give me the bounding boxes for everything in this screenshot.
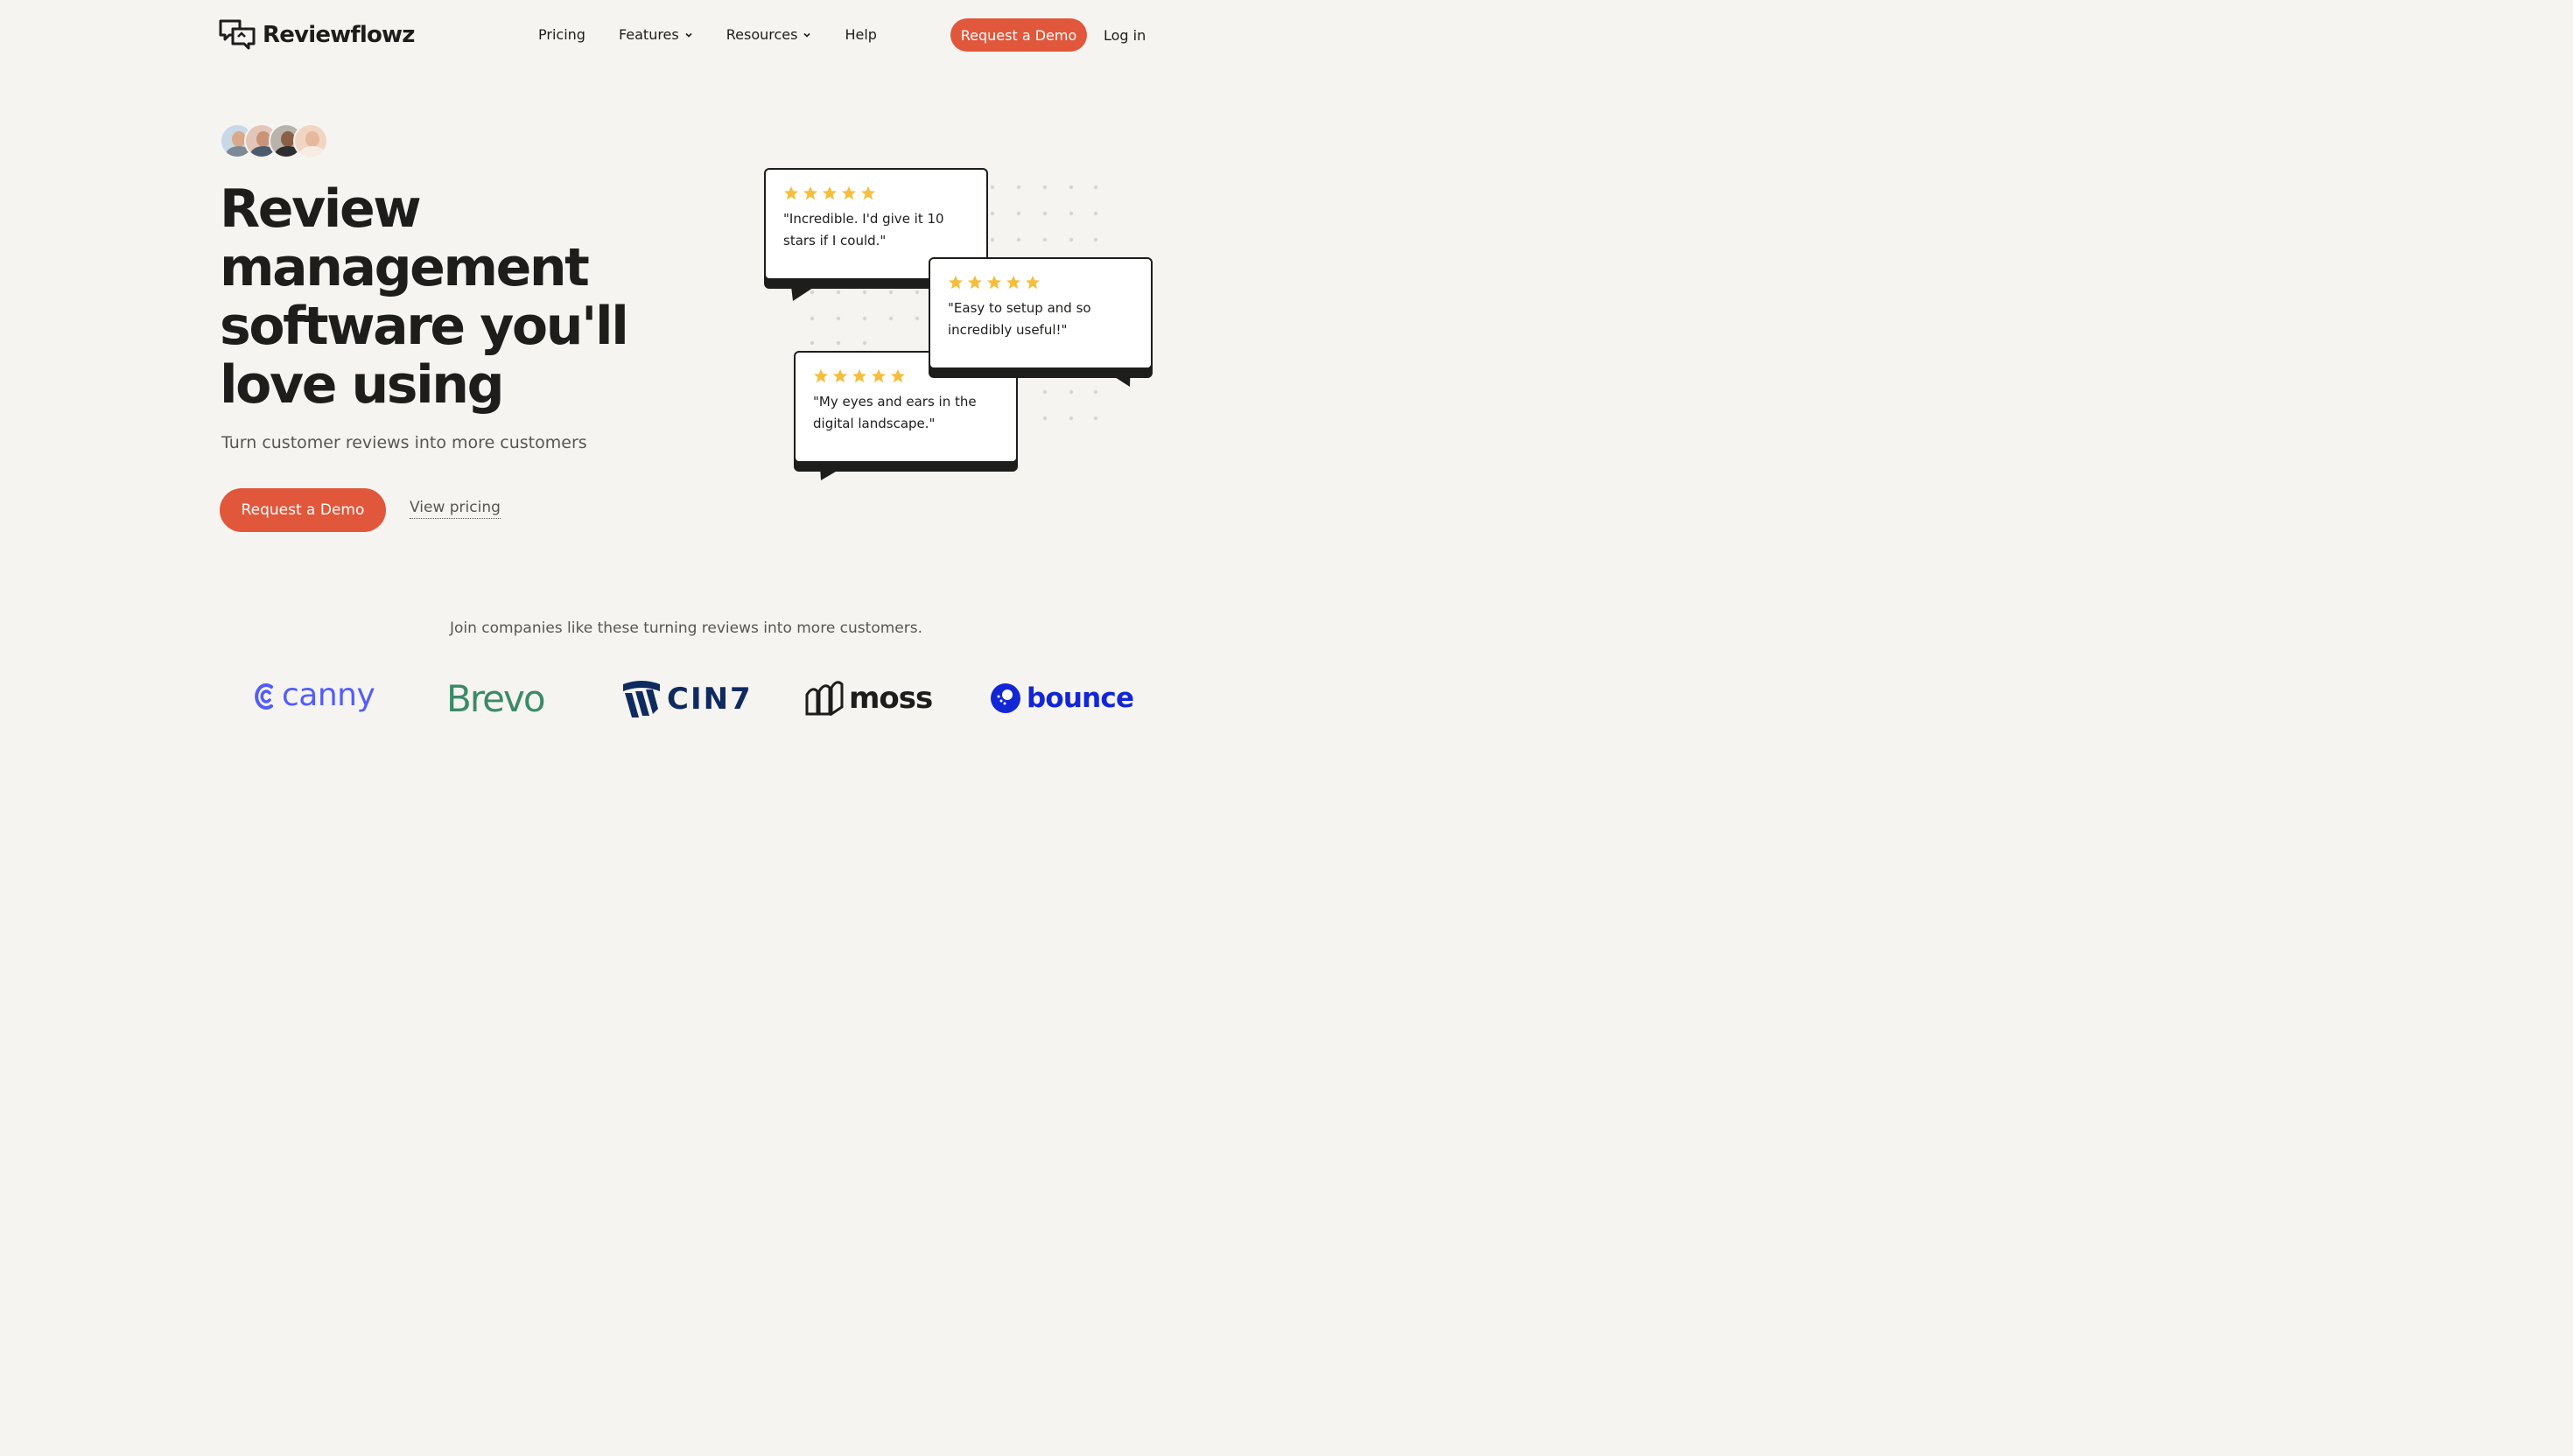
avatar xyxy=(293,123,328,158)
nav-label: Resources xyxy=(726,26,798,43)
nav-item-pricing[interactable]: Pricing xyxy=(538,26,585,43)
star-icon xyxy=(967,275,983,290)
star-icon xyxy=(871,368,887,383)
headline-line: Review xyxy=(220,178,422,240)
star-icon xyxy=(1025,275,1041,290)
customer-avatars xyxy=(220,123,328,158)
star-rating xyxy=(948,275,1135,290)
request-demo-button[interactable]: Request a Demo xyxy=(950,18,1087,52)
logo-text: canny xyxy=(282,677,375,713)
canny-icon xyxy=(255,682,273,710)
chevron-down-icon xyxy=(685,32,692,38)
star-icon xyxy=(852,368,867,383)
cin7-icon xyxy=(623,681,660,718)
nav-item-help[interactable]: Help xyxy=(845,26,876,43)
nav-label: Help xyxy=(845,26,877,43)
review-quote: "Incredible. I'd give it 10 stars if I c… xyxy=(783,211,944,248)
hero-request-demo-button[interactable]: Request a Demo xyxy=(220,488,386,532)
star-rating xyxy=(813,368,1000,384)
star-icon xyxy=(803,186,818,200)
brand-name: Reviewflowz xyxy=(263,21,415,48)
review-quote: "Easy to setup and so incredibly useful!… xyxy=(948,300,1091,338)
chevron-down-icon xyxy=(803,32,811,38)
star-icon xyxy=(1006,275,1021,290)
logo-text: Brevo xyxy=(446,677,546,720)
star-icon xyxy=(813,368,829,383)
nav-item-resources[interactable]: Resources xyxy=(726,26,812,43)
main-nav: Pricing Features Resources Help xyxy=(538,26,910,43)
logo-cin7: CIN7 xyxy=(621,679,753,719)
nav-item-features[interactable]: Features xyxy=(619,26,693,43)
headline-line: management xyxy=(220,237,590,298)
nav-label: Features xyxy=(618,26,679,43)
star-icon xyxy=(890,368,906,383)
logo-text: moss xyxy=(849,681,933,716)
hero-headline: Review management software you'll love u… xyxy=(220,180,631,415)
chat-bubbles-icon xyxy=(219,19,256,50)
headline-line: software you'll xyxy=(220,296,629,357)
logo-bounce: bounce xyxy=(990,682,1134,714)
star-rating xyxy=(783,186,971,201)
view-pricing-link[interactable]: View pricing xyxy=(410,499,501,519)
login-link[interactable]: Log in xyxy=(1104,27,1146,44)
headline-line: love using xyxy=(220,354,505,416)
moss-icon xyxy=(805,681,844,716)
star-icon xyxy=(841,186,857,200)
logo-moss: moss xyxy=(805,681,933,716)
logo-brevo: Brevo xyxy=(446,677,546,720)
star-icon xyxy=(832,368,848,383)
review-card: "Easy to setup and so incredibly useful!… xyxy=(929,257,1153,369)
review-quote: "My eyes and ears in the digital landsca… xyxy=(813,394,977,431)
hero-subheadline: Turn customer reviews into more customer… xyxy=(221,433,587,452)
nav-label: Pricing xyxy=(538,26,585,43)
bounce-icon xyxy=(991,683,1020,713)
logo-text: CIN7 xyxy=(667,682,753,717)
star-icon xyxy=(783,186,799,200)
logo-canny: canny xyxy=(250,677,375,713)
star-icon xyxy=(822,186,838,200)
customers-intro: Join companies like these turning review… xyxy=(449,620,922,637)
brand-logo[interactable]: Reviewflowz xyxy=(219,19,415,50)
logo-text: bounce xyxy=(1027,682,1134,714)
star-icon xyxy=(986,275,1002,290)
star-icon xyxy=(860,186,876,200)
star-icon xyxy=(948,275,964,290)
